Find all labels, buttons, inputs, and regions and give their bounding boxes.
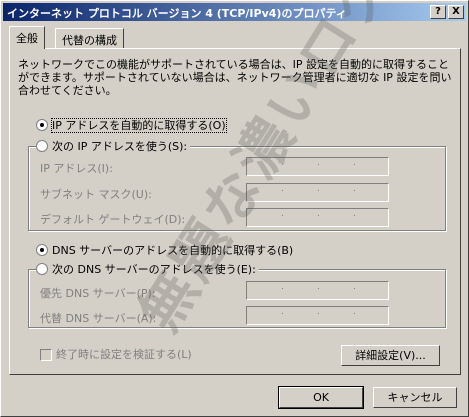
- dns-manual-radio[interactable]: [36, 263, 48, 275]
- ip-auto-radio[interactable]: [36, 119, 48, 131]
- dns-auto-option[interactable]: DNS サーバーのアドレスを自動的に取得する(B): [36, 242, 297, 257]
- ip-manual-label: 次の IP アドレスを使う(S):: [52, 140, 188, 153]
- subnet-mask-field[interactable]: [246, 183, 389, 202]
- dns-manual-label: 次の DNS サーバーのアドレスを使う(E):: [52, 263, 256, 276]
- validate-on-exit-checkbox[interactable]: [40, 349, 52, 361]
- alternate-dns-field[interactable]: [246, 306, 389, 325]
- ip-address-label: IP アドレス(I):: [40, 162, 113, 175]
- dns-manual-option[interactable]: 次の DNS サーバーのアドレスを使う(E):: [36, 261, 259, 276]
- preferred-dns-field[interactable]: [246, 281, 389, 300]
- ip-manual-radio[interactable]: [36, 140, 48, 152]
- tab-general[interactable]: 全般: [9, 26, 45, 49]
- window-title: インターネット プロトコル バージョン 4 (TCP/IPv4)のプロパティ: [7, 7, 347, 20]
- ip-auto-option[interactable]: IP アドレスを自動的に取得する(O): [36, 117, 229, 133]
- tab-general-label: 全般: [16, 32, 38, 45]
- dns-auto-label: DNS サーバーのアドレスを自動的に取得する(B): [52, 244, 294, 257]
- ip-manual-option[interactable]: 次の IP アドレスを使う(S):: [36, 138, 191, 153]
- ip-auto-label: IP アドレスを自動的に取得する(O): [51, 118, 227, 133]
- default-gateway-field[interactable]: [246, 208, 389, 227]
- dns-auto-radio[interactable]: [36, 244, 48, 256]
- description-text: ネットワークでこの機能がサポートされている場合は、IP 設定を自動的に取得するこ…: [18, 58, 452, 97]
- close-button[interactable]: X: [448, 5, 464, 19]
- subnet-mask-label: サブネット マスク(U):: [40, 188, 152, 201]
- properties-dialog: インターネット プロトコル バージョン 4 (TCP/IPv4)のプロパティ ?…: [0, 0, 469, 417]
- ip-address-field[interactable]: [246, 157, 389, 176]
- alternate-dns-label: 代替 DNS サーバー(A):: [40, 312, 157, 325]
- ok-button[interactable]: OK: [278, 386, 364, 409]
- validate-on-exit-option[interactable]: 終了時に設定を検証する(L): [40, 346, 192, 362]
- help-button[interactable]: ?: [430, 5, 446, 19]
- default-gateway-label: デフォルト ゲートウェイ(D):: [40, 213, 186, 226]
- tab-alternate-config[interactable]: 代替の構成: [55, 28, 124, 48]
- title-bar: インターネット プロトコル バージョン 4 (TCP/IPv4)のプロパティ ?…: [3, 3, 466, 21]
- preferred-dns-label: 優先 DNS サーバー(P):: [40, 287, 156, 300]
- cancel-button[interactable]: キャンセル: [373, 387, 457, 408]
- advanced-button[interactable]: 詳細設定(V)...: [341, 345, 440, 366]
- general-tab-panel: ネットワークでこの機能がサポートされている場合は、IP 設定を自動的に取得するこ…: [9, 48, 461, 375]
- tab-alternate-config-label: 代替の構成: [62, 34, 117, 47]
- validate-on-exit-label: 終了時に設定を検証する(L): [56, 348, 192, 361]
